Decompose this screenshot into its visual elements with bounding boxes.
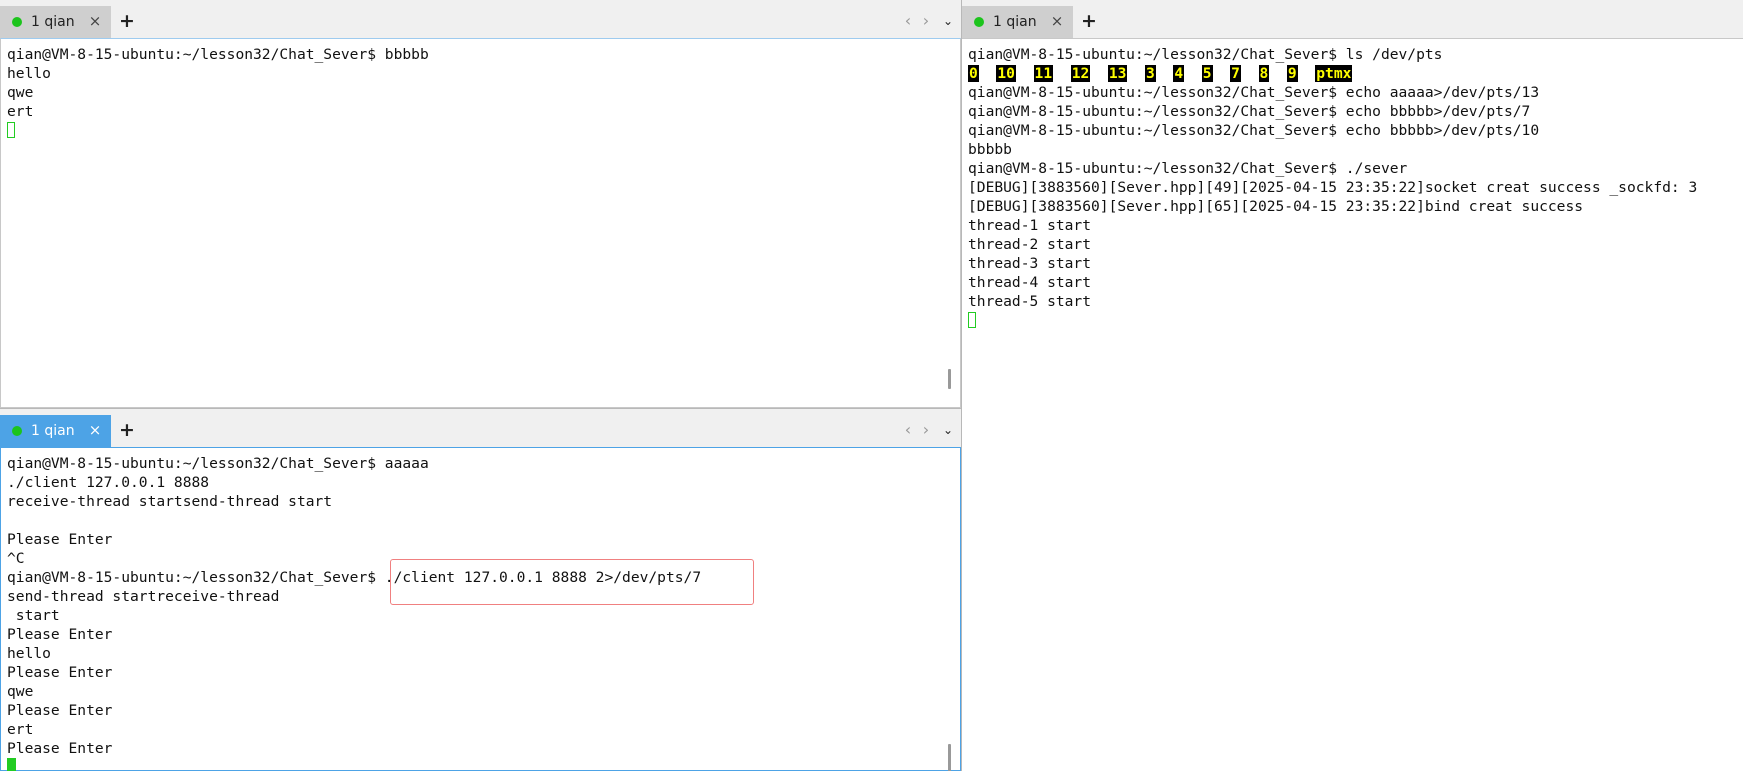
terminal-line: Please Enter xyxy=(7,740,113,757)
terminal-cursor xyxy=(968,312,976,328)
ls-entry: 7 xyxy=(1230,65,1241,82)
terminal-line: Please Enter xyxy=(7,664,113,681)
chevron-down-icon[interactable]: ⌄ xyxy=(939,11,957,31)
ls-entry: ptmx xyxy=(1315,65,1353,82)
ls-entry: 13 xyxy=(1107,65,1128,82)
cursor-line xyxy=(968,311,1743,330)
terminal-line: thread-4 start xyxy=(968,274,1092,291)
tab-label: 1 qian xyxy=(31,423,75,439)
chevron-right-icon[interactable]: › xyxy=(917,420,935,440)
add-tab-button[interactable]: + xyxy=(118,419,136,441)
add-tab-button[interactable]: + xyxy=(1080,10,1098,32)
chevron-right-icon[interactable]: › xyxy=(917,11,935,31)
tab-label: 1 qian xyxy=(993,14,1037,30)
status-dot-icon xyxy=(12,17,22,27)
terminal-line: qian@VM-8-15-ubuntu:~/lesson32/Chat_Seve… xyxy=(7,46,429,63)
ls-entry: 12 xyxy=(1070,65,1091,82)
terminal-line: [DEBUG][3883560][Sever.hpp][65][2025-04-… xyxy=(968,198,1584,215)
terminal-line: Please Enter xyxy=(7,531,113,548)
terminal-line: [DEBUG][3883560][Sever.hpp][49][2025-04-… xyxy=(968,179,1698,196)
terminal-line: thread-1 start xyxy=(968,217,1092,234)
terminal-line: hello xyxy=(7,645,51,662)
ls-entry: 0 xyxy=(968,65,979,82)
chevron-left-icon[interactable]: ‹ xyxy=(899,420,917,440)
ls-entry: 9 xyxy=(1286,65,1298,82)
tab-navigation: ‹ › ⌄ xyxy=(899,10,961,32)
terminal-line: qian@VM-8-15-ubuntu:~/lesson32/Chat_Seve… xyxy=(968,103,1531,120)
terminal-pane-right: 1 qian × + qian@VM-8-15-ubuntu:~/lesson3… xyxy=(962,0,1743,771)
tab-navigation: ‹ › ⌄ xyxy=(899,419,961,441)
tab-bar: 1 qian × + ‹ › ⌄ xyxy=(0,409,961,447)
annotation-highlight-box xyxy=(390,559,754,605)
terminal-line: qian@VM-8-15-ubuntu:~/lesson32/Chat_Seve… xyxy=(968,46,1443,63)
ls-entry: 5 xyxy=(1201,65,1213,82)
tab-terminal-active[interactable]: 1 qian × xyxy=(0,415,111,447)
ls-entry: 3 xyxy=(1145,65,1156,82)
ls-entry: 8 xyxy=(1258,65,1270,82)
terminal-cursor xyxy=(7,758,16,771)
terminal-line: hello xyxy=(7,65,51,82)
terminal-line: Please Enter xyxy=(7,702,113,719)
tab-bar: 1 qian × + ‹ › ⌄ xyxy=(0,0,961,38)
terminal-line: qwe xyxy=(7,683,34,700)
terminal-line: thread-2 start xyxy=(968,236,1092,253)
terminal-line: start xyxy=(7,607,60,624)
terminal-line: Please Enter xyxy=(7,626,113,643)
terminal-pane-bottom-left: 1 qian × + ‹ › ⌄ qian@VM-8-15-ubuntu:~/l… xyxy=(0,409,961,771)
ls-entry: 10 xyxy=(996,65,1016,82)
terminal-cursor xyxy=(7,122,15,138)
terminal-line: qian@VM-8-15-ubuntu:~/lesson32/Chat_Seve… xyxy=(968,160,1408,177)
tab-terminal[interactable]: 1 qian × xyxy=(0,6,111,38)
terminal-line: qian@VM-8-15-ubuntu:~/lesson32/Chat_Seve… xyxy=(968,122,1540,139)
cursor-line xyxy=(7,758,960,771)
close-icon[interactable]: × xyxy=(88,422,102,438)
add-tab-button[interactable]: + xyxy=(118,10,136,32)
ls-entry: 11 xyxy=(1033,65,1054,82)
terminal-line: ./client 127.0.0.1 8888 xyxy=(7,474,210,491)
terminal-line: ert xyxy=(7,721,34,738)
terminal-line: qian@VM-8-15-ubuntu:~/lesson32/Chat_Seve… xyxy=(7,455,429,472)
terminal-pane-top-left: 1 qian × + ‹ › ⌄ qian@VM-8-15-ubuntu:~/l… xyxy=(0,0,961,408)
terminal-line: ert xyxy=(7,103,34,120)
terminal-line: thread-3 start xyxy=(968,255,1092,272)
ls-output-line: 0 10 11 12 13 3 4 5 7 8 9 ptmx xyxy=(968,64,1743,83)
terminal-output[interactable]: qian@VM-8-15-ubuntu:~/lesson32/Chat_Seve… xyxy=(0,447,961,771)
close-icon[interactable]: × xyxy=(1050,13,1064,29)
cursor-line xyxy=(7,121,960,140)
scrollbar-thumb[interactable] xyxy=(948,369,951,389)
terminal-line: thread-5 start xyxy=(968,293,1092,310)
terminal-line: receive-thread startsend-thread start xyxy=(7,493,333,510)
chevron-down-icon[interactable]: ⌄ xyxy=(939,420,957,440)
terminal-output[interactable]: qian@VM-8-15-ubuntu:~/lesson32/Chat_Seve… xyxy=(0,38,961,408)
tab-terminal[interactable]: 1 qian × xyxy=(962,6,1073,38)
terminal-line: qian@VM-8-15-ubuntu:~/lesson32/Chat_Seve… xyxy=(968,84,1540,101)
status-dot-icon xyxy=(974,17,984,27)
tab-bar: 1 qian × + xyxy=(962,0,1743,38)
terminal-line: bbbbb xyxy=(968,141,1012,158)
ls-entry: 4 xyxy=(1173,65,1185,82)
close-icon[interactable]: × xyxy=(88,13,102,29)
tab-label: 1 qian xyxy=(31,14,75,30)
scrollbar-thumb[interactable] xyxy=(948,744,951,771)
terminal-output[interactable]: qian@VM-8-15-ubuntu:~/lesson32/Chat_Seve… xyxy=(962,38,1743,771)
terminal-line: qwe xyxy=(7,84,34,101)
chevron-left-icon[interactable]: ‹ xyxy=(899,11,917,31)
status-dot-icon xyxy=(12,426,22,436)
